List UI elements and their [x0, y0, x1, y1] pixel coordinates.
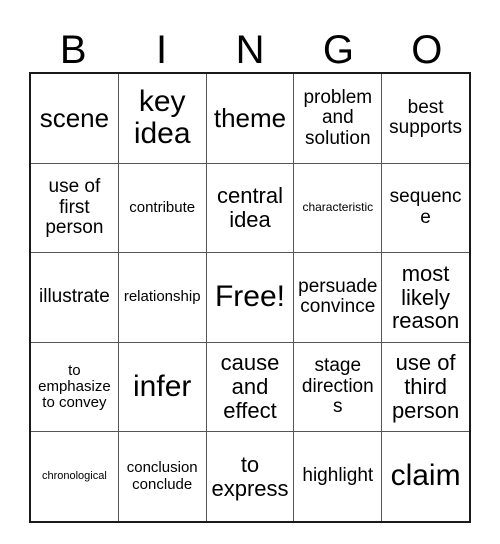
bingo-cell-label: most likely reason: [391, 260, 460, 334]
header-letter-text: B: [59, 28, 87, 72]
bingo-header-letter-o: O: [383, 14, 471, 72]
bingo-cell-label: relationship: [123, 288, 201, 306]
bingo-grid: scene key idea theme problem and solution be…: [29, 72, 471, 523]
bingo-cell[interactable]: contribute: [117, 163, 206, 253]
bingo-cell-label: claim: [390, 459, 461, 493]
header-letter-text: I: [156, 28, 168, 72]
bingo-cell-label: to express: [211, 451, 289, 501]
bingo-row: illustrate relationship Free! persuade conv…: [31, 252, 469, 342]
bingo-cell-label: infer: [133, 369, 192, 403]
bingo-cell[interactable]: illustrate: [31, 253, 118, 342]
bingo-cell[interactable]: to emphasize to convey: [31, 343, 118, 432]
bingo-cell[interactable]: to express: [205, 432, 294, 521]
bingo-cell-label: scene: [39, 103, 110, 134]
bingo-cell-label: best supports: [389, 96, 463, 139]
bingo-card: B I N G O scene key idea theme problem and …: [29, 14, 471, 523]
bingo-cell[interactable]: chronological: [31, 432, 118, 521]
bingo-header-row: B I N G O: [29, 14, 471, 72]
bingo-row: to emphasize to convey infer cause and eff…: [31, 341, 469, 432]
bingo-cell[interactable]: highlight: [293, 432, 381, 521]
bingo-cell[interactable]: problem and solution: [293, 74, 381, 163]
bingo-cell[interactable]: cause and effect: [205, 342, 294, 432]
bingo-cell[interactable]: use of third person: [381, 342, 469, 432]
bingo-cell[interactable]: characteristic: [293, 163, 381, 253]
bingo-cell-label: highlight: [302, 465, 374, 487]
header-letter-text: G: [322, 28, 354, 72]
bingo-cell[interactable]: central idea: [205, 163, 294, 253]
bingo-cell-label: characteristic: [302, 200, 374, 215]
bingo-header-letter-g: G: [294, 14, 382, 72]
bingo-header-letter-b: B: [29, 14, 117, 72]
bingo-cell-label: to emphasize to convey: [38, 361, 111, 412]
bingo-cell-label: use of first person: [45, 176, 104, 239]
bingo-cell-label: use of third person: [391, 350, 460, 423]
bingo-cell[interactable]: sequence: [381, 163, 469, 253]
bingo-cell-label: key idea: [133, 84, 191, 151]
bingo-header-letter-n: N: [206, 14, 294, 72]
bingo-cell-label: contribute: [129, 198, 196, 216]
bingo-cell[interactable]: infer: [117, 342, 206, 432]
bingo-row: use of first person contribute central ide…: [31, 162, 469, 253]
bingo-header-letter-i: I: [117, 14, 205, 72]
bingo-cell-label: stage directions: [301, 355, 374, 418]
bingo-cell[interactable]: stage directions: [293, 342, 381, 432]
bingo-cell[interactable]: use of first person: [31, 164, 118, 253]
bingo-cell-label: sequence: [389, 186, 462, 228]
bingo-cell[interactable]: relationship: [117, 253, 206, 342]
bingo-cell-label: cause and effect: [220, 350, 280, 423]
bingo-cell[interactable]: conclusion conclude: [117, 432, 206, 521]
header-letter-text: N: [235, 28, 265, 72]
bingo-cell[interactable]: claim: [381, 432, 469, 521]
bingo-cell[interactable]: key idea: [117, 74, 206, 163]
bingo-cell-label: central idea: [216, 183, 284, 232]
header-letter-text: O: [411, 28, 443, 72]
bingo-cell-label: conclusion conclude: [126, 459, 198, 493]
bingo-cell[interactable]: scene: [31, 74, 118, 163]
bingo-free-space-cell[interactable]: Free!: [205, 253, 294, 342]
bingo-cell-label: problem and solution: [303, 86, 373, 149]
bingo-cell[interactable]: most likely reason: [381, 253, 469, 342]
bingo-row: chronological conclusion conclude to expre…: [31, 431, 469, 521]
bingo-cell[interactable]: persuade convince: [293, 253, 381, 342]
bingo-cell-label: persuade convince: [298, 275, 378, 318]
bingo-cell-label: chronological: [41, 469, 107, 482]
bingo-cell[interactable]: theme: [205, 74, 294, 163]
bingo-row: scene key idea theme problem and solution be…: [31, 74, 469, 163]
bingo-cell[interactable]: best supports: [381, 74, 469, 163]
bingo-cell-label: Free!: [214, 280, 285, 314]
bingo-cell-label: illustrate: [39, 286, 110, 308]
bingo-cell-label: theme: [213, 103, 287, 134]
